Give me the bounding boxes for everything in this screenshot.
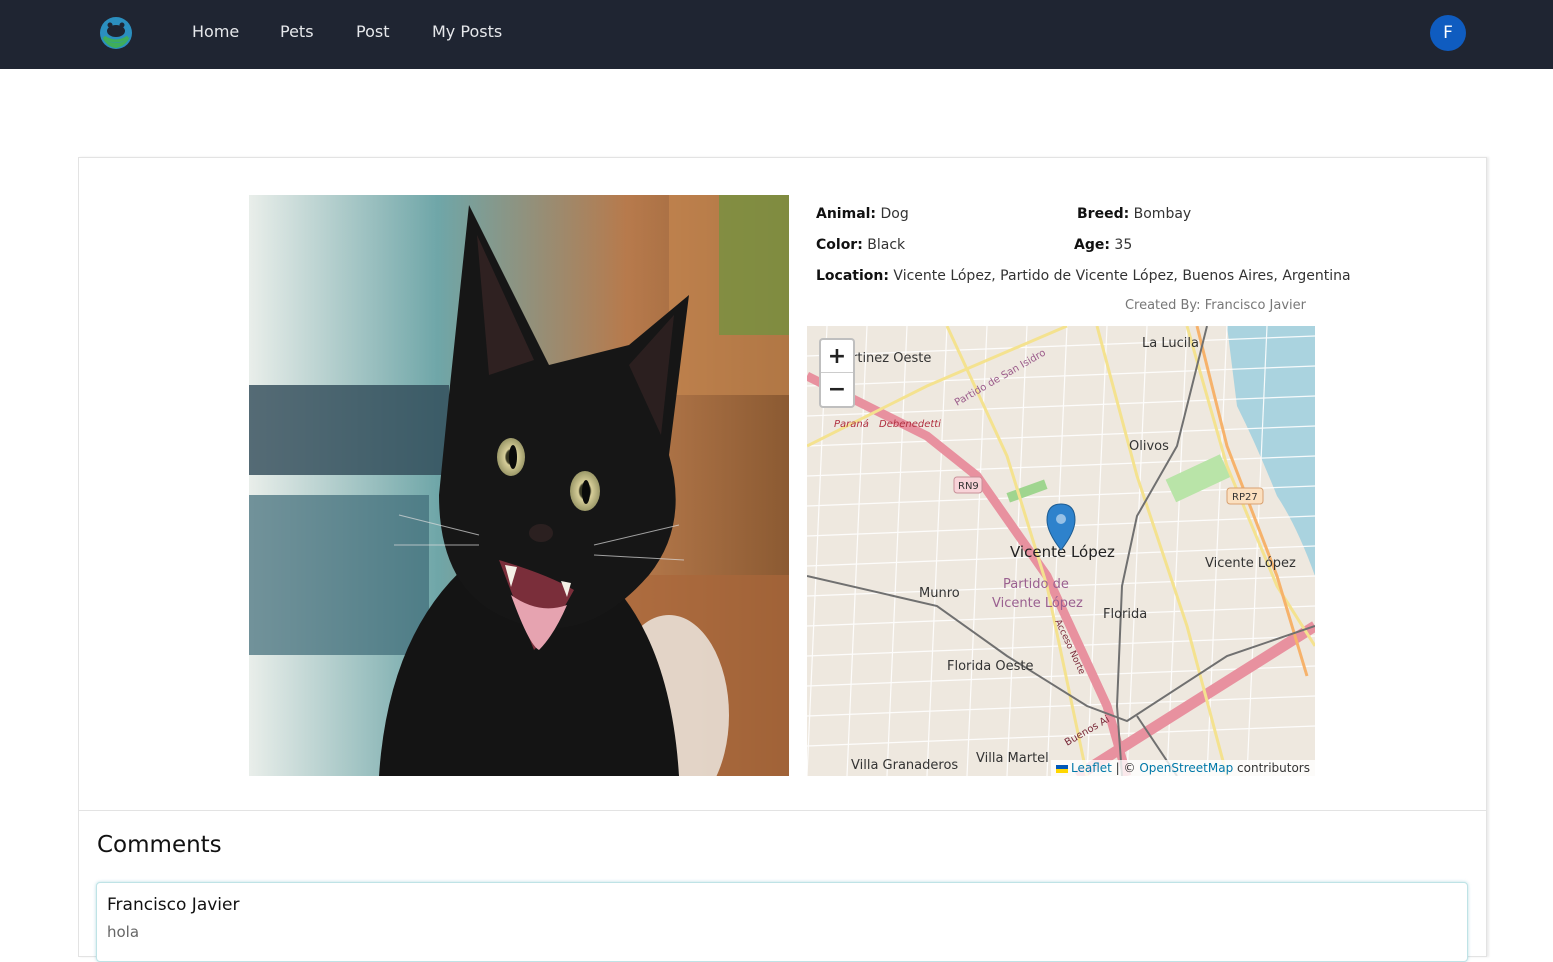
map-label: Florida [1103,607,1147,622]
map-label: Partido de [1003,577,1069,592]
location-label: Location: [816,268,889,284]
nav-post[interactable]: Post [356,22,389,41]
pet-photo [249,195,789,776]
nav-pets[interactable]: Pets [280,22,314,41]
animal-label: Animal: [816,206,877,222]
map-attribution: Leaflet | © OpenStreetMap contributors [1051,760,1315,776]
animal-value: Dog [880,206,909,222]
zoom-out-button[interactable]: − [821,373,853,406]
attribution-suffix: contributors [1233,761,1310,775]
attribution-separator: | © [1111,761,1140,775]
user-avatar[interactable]: F [1430,15,1466,51]
color-info: Color: Black [816,237,905,253]
age-label: Age: [1074,237,1110,253]
nav-home[interactable]: Home [192,22,239,41]
map-label: Villa Granaderos [851,758,958,773]
location-info: Location: Vicente López, Partido de Vice… [816,268,1351,284]
location-value: Vicente López, Partido de Vicente López,… [893,268,1351,284]
map-tiles[interactable]: rtinez Oeste La Lucila Partido de San Is… [807,326,1315,776]
map-label: Florida Oeste [947,659,1033,674]
map-label: Villa Martel [976,751,1049,766]
openstreetmap-link[interactable]: OpenStreetMap [1139,761,1233,775]
color-label: Color: [816,237,863,253]
age-value: 35 [1114,237,1133,253]
map-label: rtinez Oeste [852,351,931,366]
age-info: Age: 35 [1074,237,1132,253]
ukraine-flag-icon [1056,764,1068,773]
card-divider [79,810,1486,811]
map-label: RN9 [958,481,979,492]
animal-info: Animal: Dog [816,206,909,222]
created-by: Created By: Francisco Javier [1124,298,1306,313]
map-label: RP27 [1232,492,1258,503]
map-label: Vicente López [992,596,1083,611]
navbar: Home Pets Post My Posts F [0,0,1553,69]
paw-globe-logo-icon[interactable] [97,15,135,51]
map-label: Paraná [834,418,869,430]
black-cat-image [249,195,789,776]
breed-info: Breed: Bombay [1077,206,1191,222]
nav-my-posts[interactable]: My Posts [432,22,502,41]
comment-text: hola [107,923,140,941]
map-label: Munro [919,586,960,601]
comment-author: Francisco Javier [107,895,240,915]
comments-title: Comments [97,832,222,858]
breed-label: Breed: [1077,206,1130,222]
color-value: Black [867,237,906,253]
zoom-in-button[interactable]: + [821,340,853,373]
map-label: Olivos [1129,439,1169,454]
breed-value: Bombay [1133,206,1192,222]
map-label: Debenedetti [879,419,941,430]
zoom-control: + − [819,338,855,408]
location-map[interactable]: rtinez Oeste La Lucila Partido de San Is… [807,326,1315,776]
map-label: La Lucila [1142,336,1199,351]
map-label: Vicente López [1205,556,1296,571]
comment-card: Francisco Javier hola [96,882,1468,962]
leaflet-link[interactable]: Leaflet [1071,761,1112,775]
